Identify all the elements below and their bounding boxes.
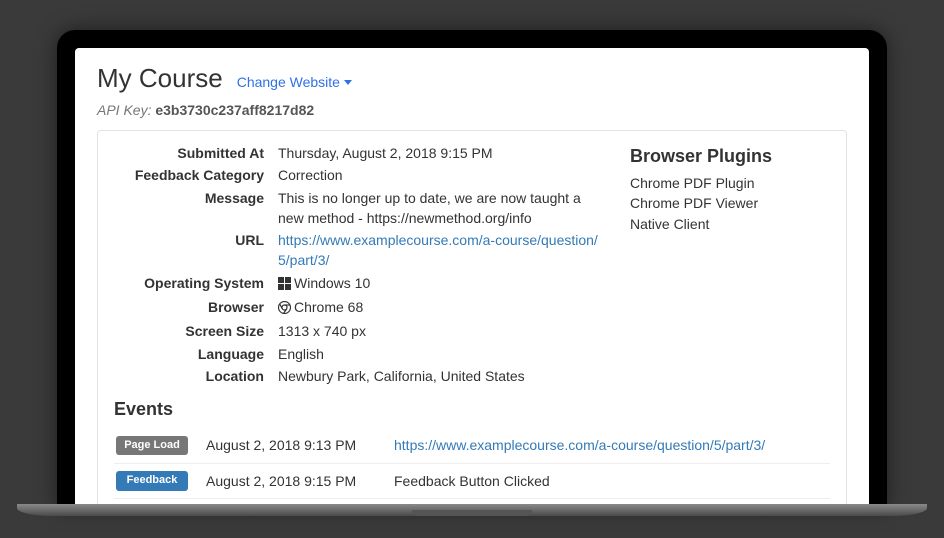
page-content: My Course Change Website API Key: e3b373…: [75, 48, 869, 508]
label-url: URL: [114, 230, 264, 271]
os-text: Windows 10: [294, 275, 370, 291]
label-browser: Browser: [114, 297, 264, 319]
screen: My Course Change Website API Key: e3b373…: [75, 48, 869, 508]
plugin-item: Chrome PDF Viewer: [630, 193, 830, 213]
value-language: English: [278, 344, 600, 364]
caret-down-icon: [344, 80, 352, 85]
plugin-item: Chrome PDF Plugin: [630, 173, 830, 193]
event-desc: Feedback Button Clicked: [394, 471, 828, 491]
event-time: August 2, 2018 9:15 PM: [206, 471, 376, 491]
header-row: My Course Change Website: [97, 60, 847, 98]
laptop-notch: [412, 510, 532, 516]
label-message: Message: [114, 188, 264, 229]
browser-text: Chrome 68: [294, 299, 363, 315]
value-browser: Chrome 68: [278, 297, 600, 319]
plugin-item: Native Client: [630, 214, 830, 234]
label-location: Location: [114, 366, 264, 386]
value-feedback-category: Correction: [278, 165, 600, 185]
event-url-link[interactable]: https://www.examplecourse.com/a-course/q…: [394, 437, 765, 453]
laptop-frame: My Course Change Website API Key: e3b373…: [57, 30, 887, 508]
event-badge-page-load: Page Load: [116, 436, 188, 456]
upper-section: Submitted At Thursday, August 2, 2018 9:…: [114, 143, 830, 386]
event-row: Page Load August 2, 2018 9:13 PM https:/…: [114, 428, 830, 463]
value-submitted-at: Thursday, August 2, 2018 9:15 PM: [278, 143, 600, 163]
details-grid: Submitted At Thursday, August 2, 2018 9:…: [114, 143, 600, 386]
value-screen-size: 1313 x 740 px: [278, 321, 600, 341]
label-submitted-at: Submitted At: [114, 143, 264, 163]
value-location: Newbury Park, California, United States: [278, 366, 600, 386]
windows-icon: [278, 275, 291, 295]
label-screen-size: Screen Size: [114, 321, 264, 341]
event-time: August 2, 2018 9:13 PM: [206, 435, 376, 455]
api-key-row: API Key: e3b3730c237aff8217d82: [97, 100, 847, 120]
plugins-panel: Browser Plugins Chrome PDF Plugin Chrome…: [630, 143, 830, 386]
event-row: Feedback August 2, 2018 9:15 PM Feedback…: [114, 464, 830, 499]
url-link[interactable]: https://www.examplecourse.com/a-course/q…: [278, 232, 598, 268]
chrome-icon: [278, 299, 291, 319]
api-key-value: e3b3730c237aff8217d82: [155, 102, 314, 118]
value-url: https://www.examplecourse.com/a-course/q…: [278, 230, 600, 271]
event-badge-feedback: Feedback: [116, 471, 188, 491]
label-feedback-category: Feedback Category: [114, 165, 264, 185]
page-title: My Course: [97, 60, 223, 98]
api-key-label: API Key:: [97, 102, 151, 118]
label-language: Language: [114, 344, 264, 364]
value-message: This is no longer up to date, we are now…: [278, 188, 600, 229]
plugins-title: Browser Plugins: [630, 143, 830, 169]
label-os: Operating System: [114, 273, 264, 295]
change-website-label: Change Website: [237, 72, 340, 92]
change-website-link[interactable]: Change Website: [237, 72, 352, 92]
events-title: Events: [114, 396, 830, 422]
details-panel: Submitted At Thursday, August 2, 2018 9:…: [97, 130, 847, 508]
event-desc: https://www.examplecourse.com/a-course/q…: [394, 435, 828, 455]
value-os: Windows 10: [278, 273, 600, 295]
